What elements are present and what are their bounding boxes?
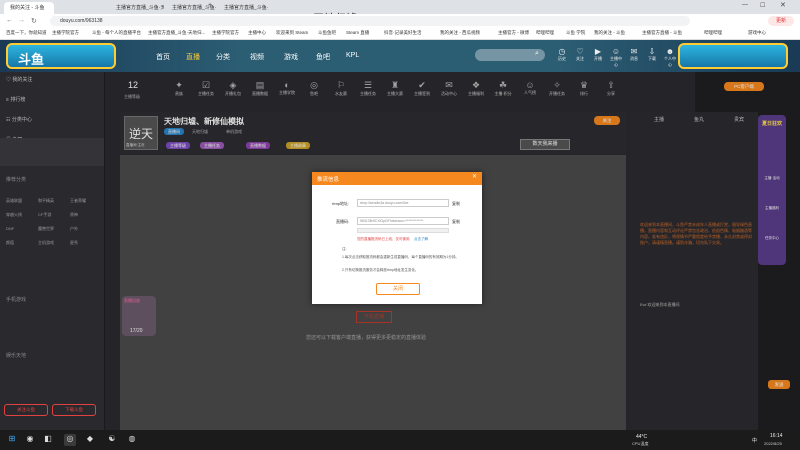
copy-rtmp-button[interactable]: 复制	[452, 201, 460, 207]
download-douyu-button[interactable]: 下载斗鱼	[52, 404, 96, 416]
nav-kpl[interactable]: KPL	[346, 52, 359, 59]
nav-yuba[interactable]: 鱼吧	[316, 52, 330, 62]
copy-code-button[interactable]: 复制	[452, 219, 460, 225]
bookmark-item[interactable]: 斗鱼 学院	[566, 30, 585, 36]
sidebar-game[interactable]: 户外	[70, 226, 78, 232]
note-item: 1.每次点击获取推流码都会重新生成直播码，每个直播码的有效期为1分钟。	[342, 255, 459, 259]
bookmark-item[interactable]: 主播官方直播 - 斗鱼	[642, 30, 682, 36]
sidebar-game[interactable]: 星秀	[70, 240, 78, 246]
start-icon[interactable]: ⊞	[6, 434, 18, 446]
sidebar-game[interactable]: 原神	[70, 212, 78, 218]
sidebar-game[interactable]: 魔兽世界	[38, 226, 54, 232]
bookmark-item[interactable]: 斗鱼 - 每个人的直播平台	[92, 30, 141, 36]
sidebar-game[interactable]: 主机游戏	[38, 240, 54, 246]
bookmark-item[interactable]: 主播官方直播_斗鱼·天地归...	[148, 30, 205, 36]
bookmark-item[interactable]: 抖音·记录美好生活	[384, 30, 422, 36]
dialog-close-icon[interactable]: ✕	[472, 173, 477, 180]
ime-indicator[interactable]: 中	[752, 437, 757, 444]
user-center-icon[interactable]: ☻ 个人中心	[663, 47, 677, 68]
rtmp-label: rtmp地址:	[332, 201, 350, 206]
steam-icon[interactable]: ◉	[24, 434, 36, 446]
nav-game[interactable]: 游戏	[284, 52, 298, 62]
close-icon[interactable]: ✕	[780, 1, 786, 9]
search-icon[interactable]: ⌕	[535, 50, 539, 58]
taskbar-app-icon[interactable]: ◧	[42, 434, 54, 446]
broadcast-icon[interactable]: ▶ 开播	[591, 47, 605, 62]
update-button[interactable]: 更新	[768, 16, 794, 26]
code-field[interactable]: 963138r9CXiGpDFhxlavaov=*************	[357, 217, 449, 225]
follow-douyu-button[interactable]: 关注斗鱼	[4, 404, 48, 416]
download-icon[interactable]: ⇩ 下载	[645, 47, 659, 62]
code-label: 直播码:	[336, 219, 350, 224]
bookmark-item[interactable]: 我的关注 - 斗鱼	[594, 30, 625, 36]
nav-home[interactable]: 首页	[156, 52, 170, 62]
windows-taskbar	[0, 430, 800, 450]
nav-live[interactable]: 直播	[186, 52, 200, 62]
forward-icon[interactable]: →	[18, 17, 25, 24]
sidebar-game[interactable]: 和平精英	[38, 198, 54, 204]
maximize-icon[interactable]: ☐	[760, 2, 765, 9]
reload-icon[interactable]: ↻	[31, 17, 37, 25]
bookmark-item[interactable]: 主播中心	[248, 30, 266, 36]
tab-live-3[interactable]: 主播官方直播_斗鱼·天地归...	[218, 2, 268, 14]
bookmark-item[interactable]: 哔哩哔哩	[536, 30, 554, 36]
code-warning: 您的直播推流码已上线，仅可使用	[357, 237, 410, 241]
bookmark-item[interactable]: 游戏中心	[748, 30, 766, 36]
back-icon[interactable]: ←	[6, 17, 13, 24]
url-input[interactable]: douyu.com/963138	[50, 16, 690, 26]
bookmark-item[interactable]: 百度一下，你就知道	[6, 30, 47, 36]
sidebar-game[interactable]: 英雄联盟	[6, 198, 22, 204]
sidebar-section-recommend: 推荐分类	[6, 177, 27, 183]
bookmark-item[interactable]: 我的关注 - 西瓜视频	[440, 30, 480, 36]
rtmp-field[interactable]: rtmp://sendtc3a.douyu.com/live	[357, 199, 449, 207]
site-logo[interactable]: 斗鱼	[6, 43, 116, 69]
taskbar-app-icon[interactable]: ☯	[106, 434, 118, 446]
nav-category[interactable]: 分类	[216, 52, 230, 62]
note-item: 2.只有切换推流服务才会释放rtmp地址发生变化。	[342, 268, 419, 272]
code-scrollbar[interactable]	[357, 228, 449, 233]
sidebar-item-category[interactable]: ☷ 分类中心	[6, 116, 32, 123]
notes-title: 注:	[342, 247, 347, 251]
left-sidebar	[0, 72, 105, 430]
sidebar-game[interactable]: 颜值	[6, 240, 14, 246]
clock-time[interactable]: 16:14	[770, 433, 783, 439]
bookmark-item[interactable]: 主播学院官方	[212, 30, 239, 36]
anchor-icon[interactable]: ☺ 主播中心	[609, 47, 623, 68]
sidebar-section-mobile: 手机游戏	[6, 297, 27, 303]
dialog-title: 推流信息	[312, 172, 482, 185]
tab-my-follow[interactable]: 我的关注 - 斗鱼	[4, 2, 54, 14]
bookmark-item[interactable]: 斗鱼鱼吧	[318, 30, 336, 36]
event-banner[interactable]	[678, 43, 788, 69]
sidebar-game[interactable]: 王者荣耀	[70, 198, 86, 204]
tab-live-1[interactable]: 主播官方直播_斗鱼·天地归墟_游...	[110, 2, 164, 14]
sidebar-item-follow[interactable]: ♡ 我的关注	[6, 76, 32, 83]
bookmark-item[interactable]: 主播官方 - 微博	[498, 30, 529, 36]
sidebar-game[interactable]: 穿越火线	[6, 212, 22, 218]
sidebar-item-rank[interactable]: ≡ 排行榜	[6, 96, 25, 103]
bookmark-item[interactable]: Steam 直播	[346, 30, 369, 36]
chrome-icon[interactable]: ◎	[64, 434, 76, 446]
bookmark-item[interactable]: 欢迎来到 Steam	[276, 30, 308, 36]
nav-video[interactable]: 视频	[250, 52, 264, 62]
minimize-icon[interactable]: —	[742, 2, 748, 8]
browser-tab-bar: 我的关注 - 斗鱼 主播官方直播_斗鱼·天地归墟_游... 主播官方直播_斗鱼·…	[0, 0, 800, 14]
history-icon[interactable]: ◷ 历史	[555, 47, 569, 62]
message-icon[interactable]: ✉ 消息	[627, 47, 641, 62]
sidebar-game[interactable]: CF手游	[38, 212, 51, 218]
clock-date[interactable]: 2022/8/25	[764, 441, 782, 446]
bookmark-item[interactable]: 哔哩哔哩	[704, 30, 722, 36]
temperature: 44°C	[636, 434, 648, 440]
sidebar-game[interactable]: DNF	[6, 226, 14, 231]
obs-icon[interactable]: ◍	[126, 434, 138, 446]
dialog-close-button[interactable]: 关闭	[376, 283, 420, 295]
new-tab-icon[interactable]: +	[208, 2, 212, 9]
sidebar-section-entertainment: 娱乐天地	[6, 353, 27, 359]
taskbar-app-icon[interactable]: ◆	[84, 434, 96, 446]
bookmarks-bar: 百度一下，你就知道 主播学院官方 斗鱼 - 每个人的直播平台 主播官方直播_斗鱼…	[0, 28, 800, 40]
sidebar-hot-row	[0, 138, 104, 166]
follow-icon[interactable]: ♡ 关注	[573, 47, 587, 62]
learn-more-link[interactable]: 点击了解	[414, 237, 428, 242]
cpu-label: CPU温度	[632, 441, 649, 446]
bookmark-item[interactable]: 主播学院官方	[52, 30, 79, 36]
